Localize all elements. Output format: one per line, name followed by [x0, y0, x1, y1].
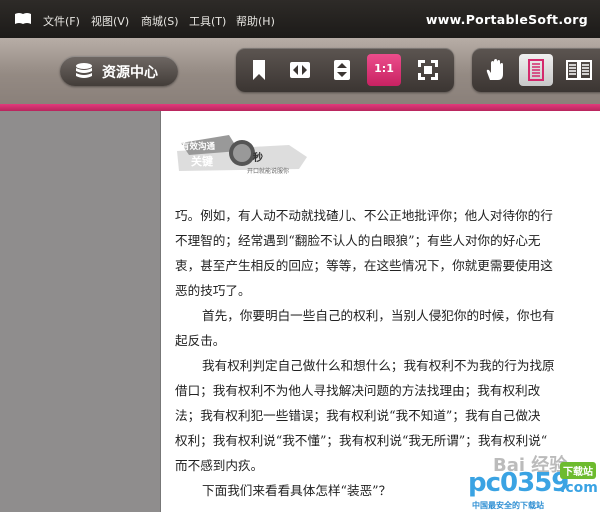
text-line: 法；我有权利犯一些错误；我有权利说“我不知道”；我有自己做决 [175, 408, 541, 423]
fit-width-button[interactable] [283, 54, 317, 86]
menu-bar: 文件(F) 视图(V) 商城(S) 工具(T) 帮助(H) www.Portab… [0, 0, 600, 38]
pc0359-watermark: pc0359 .com 下载站 中国最安全的下载站 [468, 454, 598, 512]
pc0359-logo-text: pc0359 [468, 468, 569, 498]
hand-icon [486, 59, 503, 80]
fit-height-button[interactable] [325, 54, 359, 86]
logo-second: 秒 [253, 151, 263, 164]
text-line: 而不感到内疚。 [175, 458, 264, 473]
text-line: 巧。例如，有人动不动就找碴儿、不公正地批评你；他人对待你的行 [175, 208, 553, 223]
hand-tool-button[interactable] [478, 54, 512, 86]
database-icon [76, 63, 92, 78]
pc0359-tag: 下载站 [560, 462, 596, 479]
text-line: 恶的技巧了。 [175, 283, 251, 298]
fit-width-icon [290, 62, 310, 78]
double-page-icon [566, 60, 592, 80]
fullscreen-button[interactable] [411, 54, 445, 86]
text-line: 衷，甚至产生相反的回应；等等，在这些情况下，你就更需要使用这 [175, 258, 553, 273]
brand-url: www.PortableSoft.org [425, 12, 588, 27]
menu-tools[interactable]: 工具(T) [189, 13, 226, 29]
text-line: 首先，你要明白一些自己的权利，当别人侵犯你的时候，你也有 [202, 308, 555, 323]
text-line: 我有权利判定自己做什么和想什么；我有权利不为我的行为找原 [202, 358, 555, 373]
double-page-button[interactable] [561, 54, 595, 86]
book-icon [15, 13, 31, 24]
mode-toolbar-group [472, 48, 600, 92]
bookmark-icon [253, 60, 265, 80]
text-line: 下面我们来看看具体怎样“装恶”？ [202, 483, 392, 498]
menu-file[interactable]: 文件(F) [43, 13, 80, 29]
book-logo: 有效沟通 关键 秒 开口就能说服你 [177, 135, 307, 175]
resource-center-label: 资源中心 [102, 65, 158, 81]
actual-size-button[interactable]: 1:1 [367, 54, 401, 86]
page-gutter [0, 111, 160, 512]
view-toolbar-group: 1:1 [236, 48, 454, 92]
text-line: 起反击。 [175, 333, 226, 348]
menu-store[interactable]: 商城(S) [141, 13, 179, 29]
logo-title: 有效沟通 [181, 141, 216, 152]
single-page-icon [528, 59, 544, 81]
pc0359-slogan: 中国最安全的下载站 [472, 501, 544, 510]
menu-help[interactable]: 帮助(H) [236, 13, 275, 29]
fullscreen-icon [418, 60, 438, 80]
fit-height-icon [334, 60, 350, 80]
bookmark-button[interactable] [242, 54, 276, 86]
menu-view[interactable]: 视图(V) [91, 13, 129, 29]
single-page-button[interactable] [519, 54, 553, 86]
document-page[interactable]: 有效沟通 关键 秒 开口就能说服你 巧。例如，有人动不动就找碴儿、不公正地批评你… [160, 111, 600, 512]
pc0359-domain: .com [560, 480, 598, 496]
logo-key: 关键 [191, 154, 214, 168]
logo-subtitle: 开口就能说服你 [247, 167, 289, 175]
actual-size-label: 1:1 [374, 62, 394, 75]
text-line: 权利；我有权利说“我不懂”；我有权利说“我无所谓”；我有权利说“ [175, 433, 548, 448]
resource-center-button[interactable]: 资源中心 [60, 56, 178, 86]
text-line: 借口；我有权利不为他人寻找解决问题的方法找理由；我有权利改 [175, 383, 541, 398]
text-line: 不理智的；经常遇到“翻脸不认人的白眼狼”；有些人对你的好心无 [175, 233, 541, 248]
accent-bar [0, 104, 600, 111]
